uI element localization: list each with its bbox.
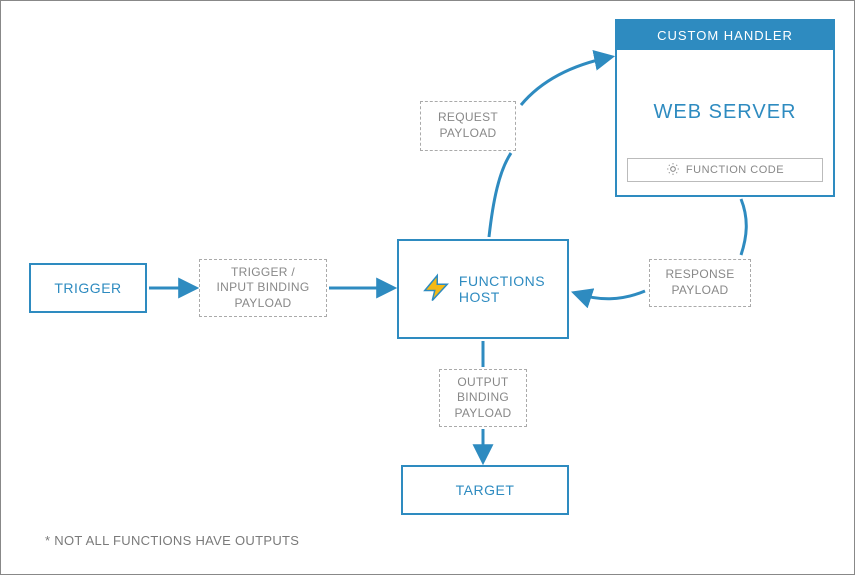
custom-handler-header: CUSTOM HANDLER [617,21,833,50]
node-request-payload-label: REQUEST PAYLOAD [438,110,498,141]
node-target-label: TARGET [456,482,515,498]
diagram-canvas: TRIGGER TRIGGER / INPUT BINDING PAYLOAD … [0,0,855,575]
node-functions-host: FUNCTIONS HOST [397,239,569,339]
node-trigger-payload: TRIGGER / INPUT BINDING PAYLOAD [199,259,327,317]
node-request-payload: REQUEST PAYLOAD [420,101,516,151]
gear-icon [666,162,680,179]
lightning-icon [421,273,451,306]
function-code-label: FUNCTION CODE [686,164,784,176]
node-response-payload-label: RESPONSE PAYLOAD [665,267,734,298]
node-functions-host-label: FUNCTIONS HOST [459,273,545,305]
footnote-text: * NOT ALL FUNCTIONS HAVE OUTPUTS [45,533,299,548]
node-trigger-payload-label: TRIGGER / INPUT BINDING PAYLOAD [216,265,309,312]
node-response-payload: RESPONSE PAYLOAD [649,259,751,307]
footnote: * NOT ALL FUNCTIONS HAVE OUTPUTS [45,533,299,548]
node-output-payload: OUTPUT BINDING PAYLOAD [439,369,527,427]
node-trigger-label: TRIGGER [54,280,121,296]
web-server-label: WEB SERVER [654,101,797,124]
node-custom-handler: CUSTOM HANDLER WEB SERVER FUNCTION CODE [615,19,835,197]
function-code-box: FUNCTION CODE [627,158,823,182]
custom-handler-header-label: CUSTOM HANDLER [657,28,793,43]
node-target: TARGET [401,465,569,515]
node-output-payload-label: OUTPUT BINDING PAYLOAD [454,375,511,422]
node-trigger: TRIGGER [29,263,147,313]
